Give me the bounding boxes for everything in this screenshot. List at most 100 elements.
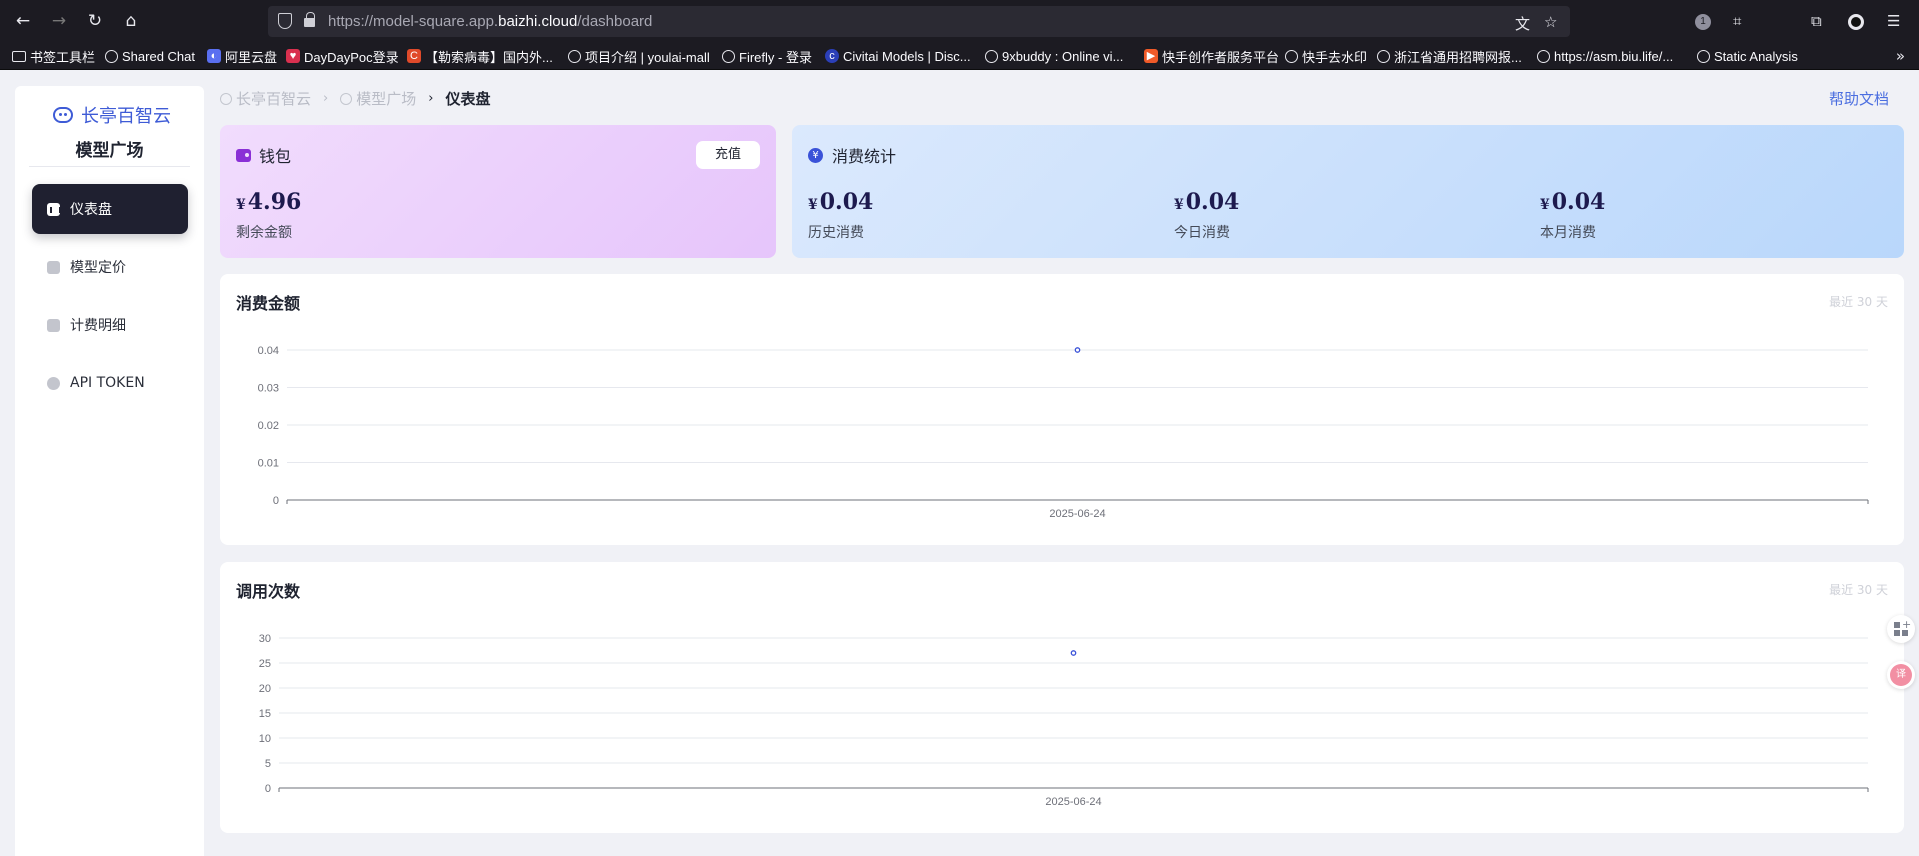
brand[interactable]: 长亭百智云 [53, 102, 203, 128]
y-tick-label: 30 [259, 633, 271, 645]
bookmark-item[interactable]: 项目介绍 | youlai-mall [568, 47, 710, 65]
y-tick-label: 10 [259, 733, 271, 745]
bookmark-folder[interactable]: 书签工具栏 [12, 47, 95, 65]
stat-label: 历史消费 [808, 225, 864, 241]
bookmark-item[interactable]: C 【勒索病毒】国内外... [407, 47, 553, 65]
consumption-stats-card: ¥ 消费统计 ¥0.04 历史消费 ¥0.04 今日消费 ¥0.04 本月消费 [792, 125, 1904, 258]
sidebar-item-api-token[interactable]: API TOKEN [32, 358, 188, 408]
c-logo-icon: C [407, 49, 421, 63]
y-tick-label: 0 [265, 783, 271, 795]
x-tick-label: 2025-06-24 [1045, 796, 1101, 808]
chevron-double-right-icon[interactable]: » [1896, 47, 1905, 65]
bookmark-item[interactable]: 快手去水印 [1285, 47, 1367, 65]
translate-icon: 译 [1890, 664, 1912, 686]
chevron-right-icon: › [323, 91, 329, 106]
sidebar-item-model-pricing[interactable]: 模型定价 [32, 242, 188, 292]
globe-icon [1697, 49, 1710, 63]
x-tick-label: 2025-06-24 [1049, 508, 1105, 520]
daydaypoc-icon: ♥ [286, 49, 300, 63]
sidebar-item-label: API TOKEN [70, 375, 145, 391]
stat-value: ¥0.04 [1540, 189, 1606, 215]
breadcrumb-item[interactable]: 模型广场 [340, 88, 416, 109]
breadcrumb-item[interactable]: 长亭百智云 [220, 88, 311, 109]
wallet-icon [236, 148, 251, 162]
y-tick-label: 0.03 [258, 383, 279, 395]
key-icon [47, 376, 60, 390]
sidebar-item-billing-details[interactable]: 计费明细 [32, 300, 188, 350]
divider [29, 166, 190, 167]
extension-badge-icon[interactable]: 1 [1695, 14, 1711, 30]
breadcrumb: 长亭百智云 › 模型广场 › 仪表盘 [220, 88, 490, 109]
chevron-right-icon: › [428, 91, 434, 106]
wallet-card: 钱包 充值 ¥4.96 剩余金额 [220, 125, 776, 258]
shield-icon[interactable] [278, 13, 292, 29]
cube-icon [340, 92, 353, 105]
amount-line-chart: 0 0.01 0.02 0.03 0.04 2025-06-24 [258, 345, 1869, 520]
y-tick-label: 0.01 [258, 458, 279, 470]
apps-float-button[interactable] [1887, 615, 1915, 643]
stat-value: ¥0.04 [808, 189, 874, 215]
url-text[interactable]: https://model-square.app.baizhi.cloud/da… [328, 13, 652, 30]
bookmark-item[interactable]: https://asm.biu.life/... [1537, 47, 1673, 65]
bookmark-item[interactable]: c Civitai Models | Disc... [825, 47, 971, 65]
lock-icon[interactable] [304, 12, 315, 27]
bookmark-star-icon[interactable]: ☆ [1544, 13, 1557, 31]
globe-icon [105, 49, 118, 63]
globe-icon [1285, 49, 1298, 63]
globe-icon [568, 49, 581, 63]
bookmark-item[interactable]: 浙江省通用招聘网报... [1377, 47, 1522, 65]
aliyun-drive-icon: ◐ [207, 49, 221, 63]
doc-icon [47, 318, 60, 332]
globe-icon [1377, 49, 1390, 63]
bookmark-item[interactable]: Shared Chat [105, 47, 195, 65]
crop-icon[interactable]: ⌗ [1733, 12, 1741, 30]
bookmark-item[interactable]: Static Analysis [1697, 47, 1798, 65]
address-bar[interactable]: https://model-square.app.baizhi.cloud/da… [268, 6, 1570, 37]
y-tick-label: 15 [259, 708, 271, 720]
y-tick-label: 20 [259, 683, 271, 695]
y-tick-label: 0.02 [258, 420, 279, 432]
bookmark-item[interactable]: ▶ 快手创作者服务平台 [1144, 47, 1279, 65]
extensions-icon[interactable]: ⧉ [1811, 12, 1822, 30]
wallet-balance: ¥4.96 [236, 189, 302, 215]
y-tick-label: 25 [259, 658, 271, 670]
data-point [1070, 650, 1077, 656]
wallet-balance-label: 剩余金额 [236, 225, 292, 241]
sidebar-item-label: 模型定价 [70, 260, 126, 276]
wallet-title: 钱包 [236, 143, 291, 167]
sidebar: 长亭百智云 模型广场 仪表盘 模型定价 计费明细 API TOKEN [15, 86, 204, 856]
bookmark-item[interactable]: ◐ 阿里云盘 [207, 47, 277, 65]
stat-value: ¥0.04 [1174, 189, 1240, 215]
calls-line-chart: 0 5 10 15 20 25 30 2025-06-24 [259, 633, 1869, 808]
sidebar-item-label: 计费明细 [70, 318, 126, 334]
stat-label: 本月消费 [1540, 225, 1596, 241]
browser-toolbar: ← → ↻ ⌂ https://model-square.app.baizhi.… [0, 0, 1919, 43]
forward-arrow-icon[interactable]: → [49, 11, 69, 31]
y-tick-label: 0.04 [258, 345, 279, 357]
brand-logo-icon [220, 92, 232, 105]
stat-label: 今日消费 [1174, 225, 1230, 241]
menu-icon[interactable]: ☰ [1887, 12, 1900, 30]
breadcrumb-current: 仪表盘 [445, 90, 491, 108]
sidebar-item-label: 仪表盘 [70, 202, 112, 218]
bookmark-item[interactable]: 9xbuddy : Online vi... [985, 47, 1123, 65]
civitai-icon: c [825, 49, 839, 63]
kuaishou-icon: ▶ [1144, 49, 1158, 63]
reload-icon[interactable]: ↻ [85, 11, 105, 31]
sidebar-item-dashboard[interactable]: 仪表盘 [32, 184, 188, 234]
account-icon[interactable] [1848, 14, 1864, 30]
y-tick-label: 0 [273, 495, 279, 507]
translate-float-button[interactable]: 译 [1887, 661, 1915, 689]
bookmarks-bar: 书签工具栏 Shared Chat ◐ 阿里云盘 ♥ DayDayPoc登录 C 【勒… [0, 43, 1919, 70]
translate-icon[interactable]: 文 [1515, 13, 1530, 34]
bookmark-item[interactable]: Firefly - 登录 [722, 47, 812, 65]
help-docs-link[interactable]: 帮助文档 [1829, 88, 1889, 109]
data-point [1074, 347, 1081, 353]
yen-icon: ¥ [808, 147, 823, 163]
globe-icon [1537, 49, 1550, 63]
home-icon[interactable]: ⌂ [121, 11, 141, 31]
recharge-button[interactable]: 充值 [696, 141, 760, 169]
folder-icon [12, 50, 26, 62]
back-arrow-icon[interactable]: ← [13, 11, 33, 31]
bookmark-item[interactable]: ♥ DayDayPoc登录 [286, 47, 399, 65]
